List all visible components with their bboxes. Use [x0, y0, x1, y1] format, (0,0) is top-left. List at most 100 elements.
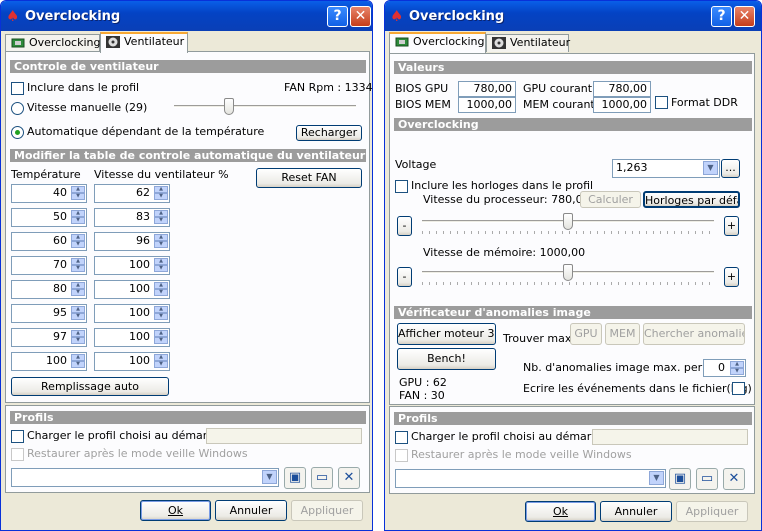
load-profile-checkbox[interactable]: [395, 431, 408, 444]
auto-speed-label: Automatique dépendant de la température: [27, 125, 265, 138]
fan-speed-field[interactable]: 100 ▲ ▼: [94, 352, 170, 371]
delete-profile-button[interactable]: ✕: [338, 467, 360, 489]
tab-ventilateur[interactable]: Ventilateur: [486, 34, 570, 52]
title-bar[interactable]: ♠ Overclocking ? ✕: [1, 1, 372, 31]
cpu-decrease-button[interactable]: -: [397, 216, 412, 236]
fan-speed-field[interactable]: 83 ▲ ▼: [94, 208, 170, 227]
spin-arrows-icon[interactable]: ▲ ▼: [71, 210, 85, 224]
reload-button[interactable]: Recharger: [296, 125, 362, 141]
reset-fan-button[interactable]: Reset FAN: [256, 168, 362, 188]
manual-speed-slider[interactable]: [174, 97, 356, 119]
restore-checkbox: [395, 449, 408, 462]
open-profile-button[interactable]: ▭: [311, 467, 333, 489]
temperature-field[interactable]: 95 ▲ ▼: [11, 304, 87, 323]
ddr-format-label: Format DDR: [671, 96, 738, 109]
profile-select[interactable]: ▼: [395, 469, 666, 488]
chevron-down-icon[interactable]: ▼: [703, 161, 718, 175]
ok-button[interactable]: Ok: [140, 500, 211, 521]
spin-arrows-icon[interactable]: ▲ ▼: [154, 330, 168, 344]
spin-arrows-icon[interactable]: ▲ ▼: [71, 330, 85, 344]
spin-arrows-icon[interactable]: ▲ ▼: [71, 282, 85, 296]
include-clocks-checkbox[interactable]: [395, 180, 408, 193]
slider-thumb[interactable]: [224, 98, 234, 115]
mem-speed-label: Vitesse de mémoire: 1000,00: [423, 246, 586, 259]
tab-overclocking[interactable]: Overclocking: [389, 32, 486, 53]
spin-arrows-icon[interactable]: ▲ ▼: [154, 354, 168, 368]
ddr-format-checkbox[interactable]: [655, 96, 668, 109]
cpu-increase-button[interactable]: +: [724, 216, 739, 236]
close-button[interactable]: ✕: [350, 6, 371, 27]
spin-arrows-icon[interactable]: ▲ ▼: [71, 258, 85, 272]
chevron-down-icon[interactable]: ▼: [262, 470, 277, 484]
temperature-field[interactable]: 97 ▲ ▼: [11, 328, 87, 347]
spin-arrows-icon[interactable]: ▲ ▼: [154, 258, 168, 272]
fan-speed-field[interactable]: 62 ▲ ▼: [94, 184, 170, 203]
manual-speed-radio[interactable]: [11, 102, 24, 115]
fan-speed-field[interactable]: 96 ▲ ▼: [94, 232, 170, 251]
include-profile-checkbox[interactable]: [11, 82, 24, 95]
voltage-select[interactable]: 1,263 ▼: [612, 159, 720, 178]
save-profile-button[interactable]: ▣: [284, 467, 306, 489]
cancel-button[interactable]: Annuler: [215, 500, 287, 521]
help-button[interactable]: ?: [711, 6, 732, 27]
mem-speed-slider[interactable]: [422, 263, 714, 285]
profile-select[interactable]: ▼: [11, 468, 279, 487]
profiles-panel: Profils Charger le profil choisi au déma…: [389, 406, 755, 494]
ok-button[interactable]: Ok: [525, 501, 596, 522]
title-bar[interactable]: ♠ Overclocking ? ✕: [385, 1, 761, 31]
temperature-field[interactable]: 80 ▲ ▼: [11, 280, 87, 299]
temperature-field[interactable]: 50 ▲ ▼: [11, 208, 87, 227]
default-clocks-button[interactable]: Horloges par défaut: [643, 191, 740, 208]
temperature-field[interactable]: 70 ▲ ▼: [11, 256, 87, 275]
spin-arrows-icon[interactable]: ▲ ▼: [154, 282, 168, 296]
tab-ventilateur[interactable]: Ventilateur: [100, 32, 188, 53]
open-profile-button[interactable]: ▭: [696, 468, 718, 490]
cancel-button[interactable]: Annuler: [600, 501, 672, 522]
log-events-checkbox[interactable]: [732, 382, 745, 395]
voltage-more-button[interactable]: ...: [721, 159, 740, 178]
delete-profile-button[interactable]: ✕: [723, 468, 745, 490]
tab-overclocking[interactable]: Overclocking: [5, 34, 100, 52]
spin-arrows-icon[interactable]: ▲ ▼: [71, 234, 85, 248]
spin-arrows-icon[interactable]: ▲ ▼: [154, 306, 168, 320]
mem-increase-button[interactable]: +: [724, 267, 739, 287]
spin-arrows-icon[interactable]: ▲ ▼: [71, 354, 85, 368]
bench-button[interactable]: Bench!: [397, 348, 496, 370]
max-artifacts-value: 0: [718, 361, 725, 374]
spin-arrows-icon[interactable]: ▲ ▼: [154, 234, 168, 248]
speed-value: 100: [129, 258, 150, 271]
overclock-panel: Valeurs BIOS GPU 780,00 GPU courant 780,…: [389, 53, 755, 405]
show-3d-engine-button[interactable]: Afficher moteur 3D: [397, 323, 496, 345]
mem-decrease-button[interactable]: -: [397, 267, 412, 287]
slider-thumb[interactable]: [563, 264, 573, 281]
close-button[interactable]: ✕: [734, 6, 755, 27]
spin-arrows-icon[interactable]: ▲ ▼: [730, 361, 744, 375]
mem-current-label: MEM courant: [523, 98, 595, 111]
profile-name-field: [592, 429, 748, 445]
fan-speed-field[interactable]: 100 ▲ ▼: [94, 280, 170, 299]
speed-value: 96: [136, 234, 150, 247]
temperature-field[interactable]: 100 ▲ ▼: [11, 352, 87, 371]
temperature-field[interactable]: 40 ▲ ▼: [11, 184, 87, 203]
include-profile-label: Inclure dans le profil: [27, 81, 140, 94]
autofill-button[interactable]: Remplissage auto: [11, 377, 169, 396]
auto-speed-radio[interactable]: [11, 126, 24, 139]
spin-arrows-icon[interactable]: ▲ ▼: [71, 306, 85, 320]
help-button[interactable]: ?: [327, 6, 348, 27]
temperature-field[interactable]: 60 ▲ ▼: [11, 232, 87, 251]
spin-arrows-icon[interactable]: ▲ ▼: [154, 210, 168, 224]
restore-label: Restaurer après le mode veille Windows: [27, 447, 248, 460]
fan-speed-field[interactable]: 100 ▲ ▼: [94, 256, 170, 275]
load-profile-checkbox[interactable]: [11, 430, 24, 443]
temp-value: 95: [53, 306, 67, 319]
spin-arrows-icon[interactable]: ▲ ▼: [154, 186, 168, 200]
section-overclocking: Overclocking: [394, 118, 752, 131]
fan-speed-field[interactable]: 100 ▲ ▼: [94, 328, 170, 347]
save-profile-button[interactable]: ▣: [669, 468, 691, 490]
chevron-down-icon[interactable]: ▼: [649, 471, 664, 485]
slider-thumb[interactable]: [563, 213, 573, 230]
cpu-speed-slider[interactable]: [422, 212, 714, 234]
spin-arrows-icon[interactable]: ▲ ▼: [71, 186, 85, 200]
fan-speed-field[interactable]: 100 ▲ ▼: [94, 304, 170, 323]
max-artifacts-stepper[interactable]: 0 ▲ ▼: [703, 359, 746, 377]
